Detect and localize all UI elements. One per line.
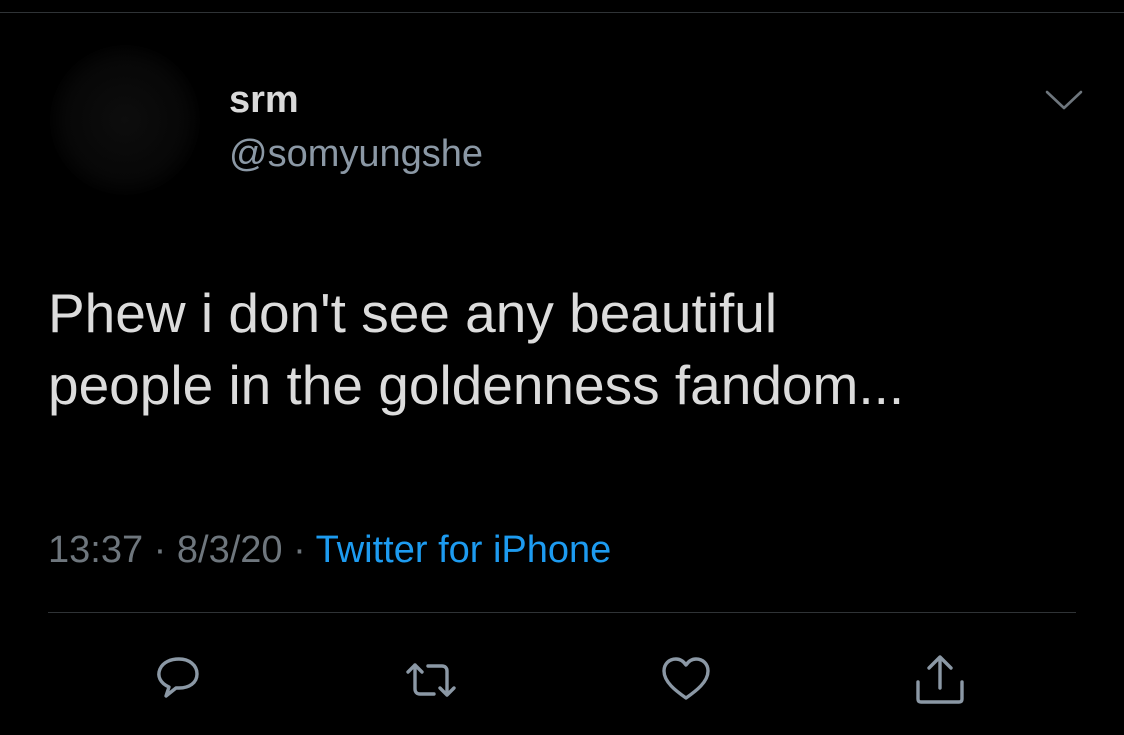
share-icon [916, 655, 964, 704]
reply-icon [157, 657, 199, 698]
retweet-icon [406, 663, 456, 697]
meta-separator: · [143, 529, 177, 571]
retweet-button[interactable] [403, 652, 459, 708]
tweet-date: 8/3/20 [176, 529, 283, 571]
share-button[interactable] [912, 652, 968, 708]
tweet-text-line: Phew i don't see any beautiful [48, 282, 778, 344]
tweet-text: Phew i don't see any beautiful people in … [48, 277, 1078, 421]
top-divider [0, 12, 1124, 13]
tweet-meta: 13:37 · 8/3/20 · Twitter for iPhone [48, 525, 611, 575]
display-name[interactable]: srm [229, 76, 299, 124]
like-button[interactable] [658, 652, 714, 708]
user-handle[interactable]: @somyungshe [229, 130, 483, 178]
avatar[interactable] [50, 45, 200, 195]
reply-button[interactable] [150, 652, 206, 708]
meta-separator: · [282, 529, 316, 571]
tweet-time: 13:37 [48, 529, 144, 571]
tweet-source-link[interactable]: Twitter for iPhone [316, 529, 612, 571]
heart-icon [662, 657, 710, 700]
tweet-text-line: people in the goldenness fandom... [48, 354, 905, 416]
chevron-down-icon[interactable] [1044, 88, 1084, 112]
bottom-divider [48, 612, 1076, 613]
